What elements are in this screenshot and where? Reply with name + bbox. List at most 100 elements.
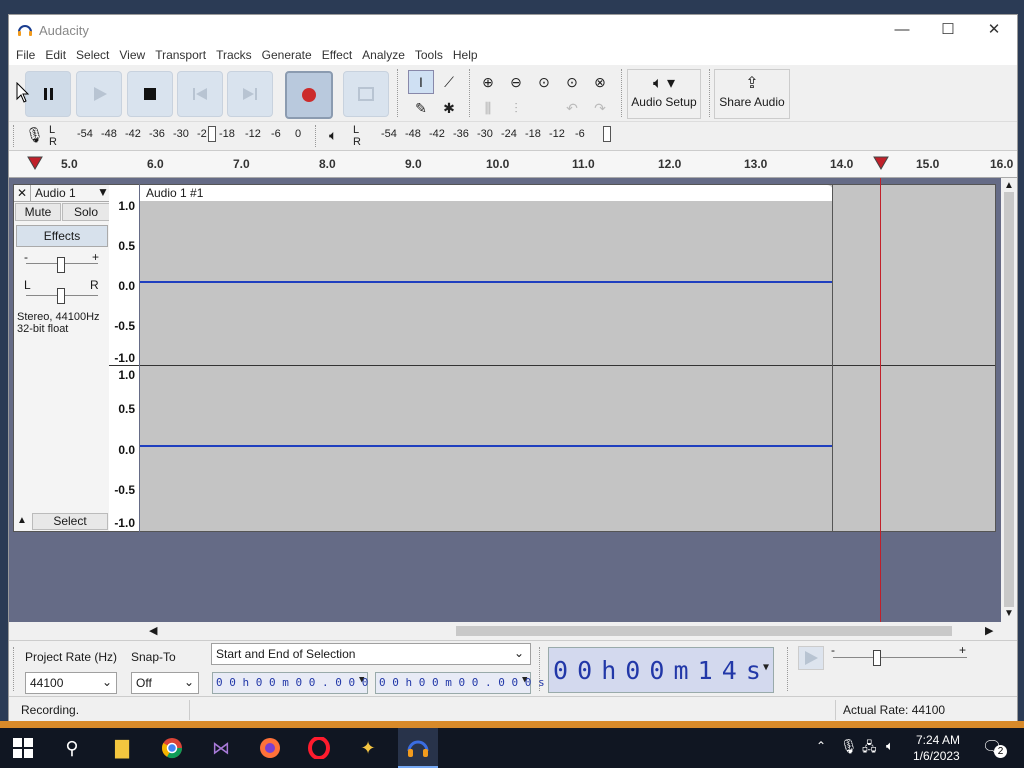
play-at-speed-button[interactable] — [798, 646, 824, 670]
toolbar-grip[interactable] — [709, 69, 712, 117]
taskbar-date[interactable]: 1/6/2023 — [913, 749, 960, 763]
pan-slider[interactable] — [57, 288, 65, 304]
menu-analyze[interactable]: Analyze — [357, 45, 410, 65]
vertical-scrollbar[interactable]: ▲ ▼ — [1001, 178, 1017, 622]
zoom-in-button[interactable]: ⊕ — [475, 70, 501, 94]
selection-tool-button[interactable]: I — [408, 70, 434, 94]
audio-clip[interactable]: Audio 1 #1 — [140, 184, 833, 532]
taskbar-magic-wand-app[interactable]: ✦ — [353, 733, 383, 763]
toolbar-grip[interactable] — [621, 69, 624, 117]
draw-tool-button[interactable]: ✎ — [408, 96, 434, 120]
skip-to-start-button[interactable] — [177, 71, 223, 117]
vertical-scale[interactable]: 1.0 0.5 0.0 -0.5 -1.0 1.0 0.5 0.0 -0.5 -… — [109, 184, 139, 532]
close-track-icon[interactable]: ✕ — [17, 186, 27, 200]
envelope-tool-button[interactable]: ⟋ — [436, 70, 462, 94]
scroll-left-icon[interactable]: ◀ — [149, 624, 157, 637]
pause-button[interactable] — [25, 71, 71, 117]
horizontal-scroll-thumb[interactable] — [456, 626, 952, 636]
toolbar-grip[interactable] — [13, 125, 16, 147]
share-audio-button[interactable]: ⇪ Share Audio — [714, 69, 790, 119]
stop-button[interactable] — [127, 71, 173, 117]
speaker-meter-icon[interactable]: 🔈︎ — [329, 127, 337, 144]
scroll-up-icon[interactable]: ▲ — [1004, 180, 1014, 191]
track-area[interactable]: ✕ Audio 1 ▼ Mute Solo Effects - + L R St… — [9, 178, 1001, 622]
multi-tool-button[interactable]: ✱ — [436, 96, 462, 120]
zoom-toggle-button[interactable]: ⊗ — [587, 70, 613, 94]
trim-button[interactable]: ⫼ — [475, 96, 501, 120]
menu-view[interactable]: View — [114, 45, 150, 65]
select-track-button[interactable]: Select — [32, 513, 108, 530]
menu-tracks[interactable]: Tracks — [211, 45, 257, 65]
menu-select[interactable]: Select — [71, 45, 114, 65]
minimize-button[interactable]: — — [879, 15, 925, 45]
gain-slider[interactable] — [57, 257, 65, 273]
undo-button[interactable]: ↶ — [559, 96, 585, 120]
audio-setup-button[interactable]: 🔈︎ ▾ Audio Setup — [627, 69, 701, 119]
track-name-menu[interactable]: Audio 1 ▼ — [30, 185, 111, 201]
taskbar-chrome[interactable] — [157, 733, 187, 763]
zoom-out-button[interactable]: ⊖ — [503, 70, 529, 94]
scale-tick: 0.5 — [118, 402, 135, 416]
close-button[interactable]: ✕ — [971, 15, 1017, 45]
snap-to-select[interactable]: Off ⌄ — [131, 672, 199, 694]
taskbar-firefox[interactable] — [255, 733, 285, 763]
collapse-track-icon[interactable]: ▲ — [17, 515, 27, 526]
menu-tools[interactable]: Tools — [410, 45, 448, 65]
solo-button[interactable]: Solo — [62, 203, 110, 221]
toolbar-grip[interactable] — [315, 125, 318, 147]
toolbar-grip[interactable] — [787, 647, 790, 691]
microphone-icon[interactable]: 🎙︎ — [25, 126, 44, 144]
menu-transport[interactable]: Transport — [150, 45, 211, 65]
toolbar-grip[interactable] — [469, 69, 472, 117]
selection-start-time[interactable]: 0 0 h 0 0 m 0 0 . 0 0 0 s ▼ — [212, 672, 382, 694]
tray-overflow-icon[interactable]: ⌃ — [816, 739, 826, 753]
menu-generate[interactable]: Generate — [257, 45, 317, 65]
menu-edit[interactable]: Edit — [40, 45, 71, 65]
taskbar-audacity-active[interactable] — [398, 728, 438, 768]
taskbar-file-explorer[interactable]: ▇ — [107, 733, 137, 763]
taskbar-time[interactable]: 7:24 AM — [916, 733, 960, 747]
timeline-ruler[interactable]: 5.0 6.0 7.0 8.0 9.0 10.0 11.0 12.0 13.0 … — [9, 151, 1017, 178]
windows-start-button[interactable] — [8, 733, 38, 763]
network-icon[interactable]: 🖧︎ — [862, 738, 877, 760]
record-button[interactable] — [285, 71, 333, 119]
mute-button[interactable]: Mute — [15, 203, 61, 221]
scroll-down-icon[interactable]: ▼ — [1004, 608, 1014, 619]
horizontal-scrollbar[interactable]: ◀ ▶ — [9, 622, 1001, 640]
vertical-scroll-thumb[interactable] — [1004, 192, 1014, 607]
taskbar-search-button[interactable]: ⚲ — [57, 733, 87, 763]
play-button[interactable] — [76, 71, 122, 117]
clip-header[interactable]: Audio 1 #1 — [140, 185, 833, 201]
microphone-tray-icon[interactable]: 🎙︎ — [840, 738, 858, 755]
fit-project-button[interactable]: ⊙ — [559, 70, 585, 94]
project-rate-select[interactable]: 44100 ⌄ — [25, 672, 117, 694]
toolbar-grip[interactable] — [13, 647, 16, 691]
redo-button[interactable]: ↷ — [587, 96, 613, 120]
selection-mode-select[interactable]: Start and End of Selection ⌄ — [211, 643, 531, 665]
toolbar-grip[interactable] — [539, 647, 542, 691]
menu-effect[interactable]: Effect — [317, 45, 357, 65]
play-region-start-icon[interactable] — [27, 156, 43, 170]
menu-file[interactable]: File — [11, 45, 40, 65]
volume-icon[interactable]: 🔈︎ — [886, 738, 894, 754]
playback-gain-slider[interactable] — [603, 126, 611, 142]
skip-to-end-button[interactable] — [227, 71, 273, 117]
fit-selection-button[interactable]: ⊙ — [531, 70, 557, 94]
playback-speed-slider[interactable] — [873, 650, 881, 666]
taskbar-visual-studio[interactable]: ⋈ — [206, 733, 236, 763]
loop-button[interactable] — [343, 71, 389, 117]
selection-end-time[interactable]: 0 0 h 0 0 m 0 0 . 0 0 0 s ▼ — [375, 672, 545, 694]
time-display[interactable]: 0 0 h 0 0 m 1 4 s ▼ — [548, 647, 774, 693]
record-meter[interactable]: -54 -48 -42 -36 -30 -2 -18 -12 -6 0 — [59, 126, 309, 142]
effects-button[interactable]: Effects — [16, 225, 108, 247]
taskbar-opera[interactable] — [304, 733, 334, 763]
menu-help[interactable]: Help — [448, 45, 483, 65]
scroll-right-icon[interactable]: ▶ — [985, 624, 993, 637]
toolbar-grip[interactable] — [397, 69, 400, 117]
record-gain-slider[interactable] — [208, 126, 216, 142]
silence-button[interactable]: ⫶ — [503, 96, 529, 120]
playback-meter[interactable]: -54 -48 -42 -36 -30 -24 -18 -12 -6 — [363, 126, 613, 142]
maximize-button[interactable]: ☐ — [925, 15, 971, 45]
track-empty-region[interactable] — [833, 184, 996, 532]
playhead-marker-icon[interactable] — [873, 156, 889, 170]
